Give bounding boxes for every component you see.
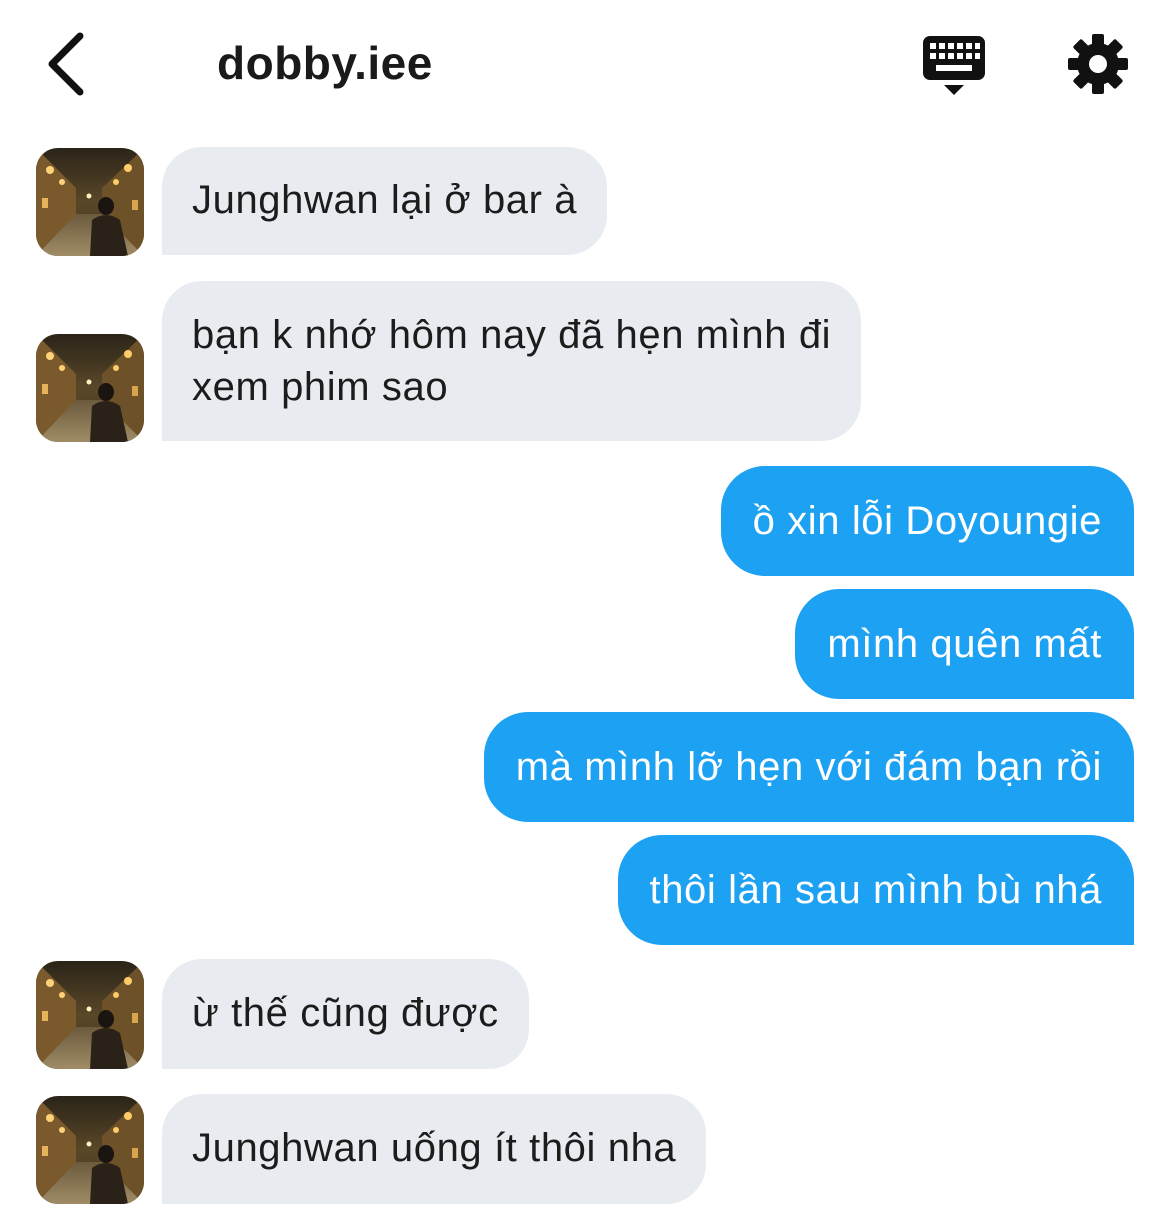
incoming-message[interactable]: bạn k nhớ hôm nay đã hẹn mình đi xem phi…: [162, 281, 862, 441]
message-text-line: xem phim sao: [192, 365, 449, 409]
keyboard-icon: [923, 36, 985, 95]
message-text: mình quên mất: [827, 622, 1102, 666]
incoming-message[interactable]: Junghwan lại ở bar à: [162, 147, 608, 255]
avatar[interactable]: [36, 1096, 144, 1204]
back-button[interactable]: [40, 30, 96, 98]
outgoing-message[interactable]: ồ xin lỗi Doyoungie: [720, 466, 1134, 576]
chevron-left-icon: [48, 32, 84, 96]
message-text: mà mình lỡ hẹn với đám bạn rồi: [515, 745, 1102, 789]
message-text: ồ xin lỗi Doyoungie: [752, 499, 1102, 543]
message-text: thôi lần sau mình bù nhá: [649, 868, 1102, 912]
avatar[interactable]: [36, 334, 144, 442]
page-title[interactable]: dobby.iee: [217, 36, 433, 90]
avatar[interactable]: [36, 961, 144, 1069]
gear-icon: [1068, 34, 1128, 94]
outgoing-message[interactable]: mà mình lỡ hẹn với đám bạn rồi: [483, 712, 1134, 822]
incoming-message[interactable]: Junghwan uống ít thôi nha: [162, 1094, 707, 1204]
outgoing-message[interactable]: mình quên mất: [795, 589, 1134, 699]
avatar[interactable]: [36, 148, 144, 256]
settings-button[interactable]: [1066, 32, 1130, 96]
conversation-header: dobby.iee: [0, 0, 1170, 130]
message-text-line: bạn k nhớ hôm nay đã hẹn mình đi: [192, 313, 832, 357]
message-text: ừ thế cũng được: [192, 991, 499, 1035]
message-text: Junghwan lại ở bar à: [192, 178, 578, 222]
message-text: Junghwan uống ít thôi nha: [192, 1126, 677, 1170]
outgoing-message[interactable]: thôi lần sau mình bù nhá: [617, 835, 1134, 945]
keyboard-toggle-button[interactable]: [920, 33, 988, 97]
incoming-message[interactable]: ừ thế cũng được: [162, 959, 529, 1069]
